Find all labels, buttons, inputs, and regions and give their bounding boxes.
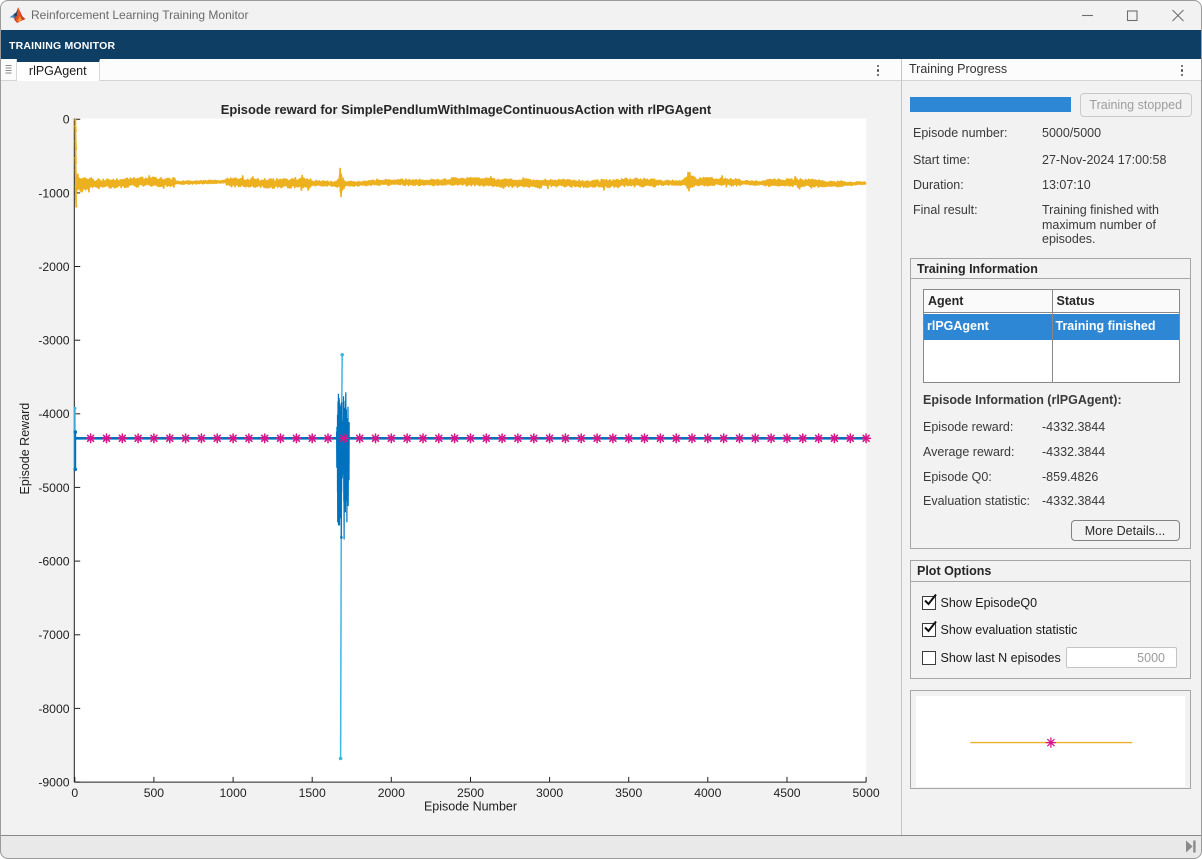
- svg-text:3000: 3000: [536, 786, 563, 800]
- svg-text:-1000: -1000: [38, 186, 69, 200]
- svg-text:-9000: -9000: [38, 776, 69, 790]
- svg-text:Episode reward for SimplePendl: Episode reward for SimplePendlumWithImag…: [221, 102, 712, 117]
- svg-text:4500: 4500: [773, 786, 800, 800]
- svg-text:-8000: -8000: [38, 702, 69, 716]
- svg-text:0: 0: [71, 786, 78, 800]
- svg-text:Episode Reward: Episode Reward: [18, 403, 32, 495]
- svg-text:-4000: -4000: [38, 407, 69, 421]
- svg-text:1500: 1500: [299, 786, 326, 800]
- svg-text:-5000: -5000: [38, 481, 69, 495]
- svg-text:-7000: -7000: [38, 628, 69, 642]
- svg-text:2500: 2500: [457, 786, 484, 800]
- svg-text:5000: 5000: [853, 786, 880, 800]
- svg-text:0: 0: [63, 113, 70, 127]
- svg-text:-2000: -2000: [38, 260, 69, 274]
- svg-text:3500: 3500: [615, 786, 642, 800]
- svg-text:2000: 2000: [378, 786, 405, 800]
- svg-text:Episode Number: Episode Number: [424, 800, 517, 814]
- svg-text:4000: 4000: [694, 786, 721, 800]
- svg-text:-3000: -3000: [38, 334, 69, 348]
- svg-text:500: 500: [144, 786, 165, 800]
- svg-text:1000: 1000: [220, 786, 247, 800]
- svg-text:-6000: -6000: [38, 555, 69, 569]
